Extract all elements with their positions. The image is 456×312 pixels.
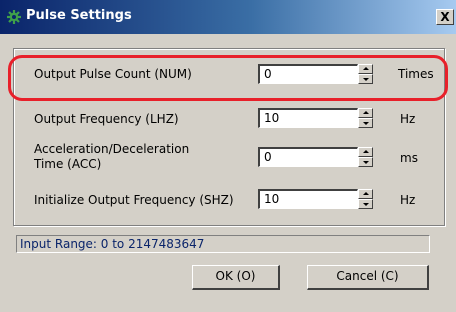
spin-down-arrow-icon[interactable] (358, 74, 373, 84)
acceleration-time-spinner[interactable] (358, 147, 373, 167)
gear-icon (7, 10, 21, 24)
spin-down-arrow-icon[interactable] (358, 199, 373, 209)
acceleration-time-unit: ms (400, 151, 418, 165)
acceleration-label-line2: Time (ACC) (34, 157, 102, 171)
initialize-output-frequency-unit: Hz (400, 193, 416, 207)
spin-up-arrow-icon[interactable] (358, 64, 373, 74)
cancel-button[interactable]: Cancel (C) (307, 265, 429, 290)
output-frequency-unit: Hz (400, 112, 416, 126)
spin-down-arrow-icon[interactable] (358, 157, 373, 167)
close-button[interactable]: X (436, 9, 454, 25)
initialize-output-frequency-label: Initialize Output Frequency (SHZ) (34, 193, 234, 207)
spin-up-arrow-icon[interactable] (358, 189, 373, 199)
output-pulse-count-input[interactable]: 0 (258, 64, 358, 84)
spin-up-arrow-icon[interactable] (358, 147, 373, 157)
spin-up-arrow-icon[interactable] (358, 108, 373, 118)
spin-down-arrow-icon[interactable] (358, 118, 373, 128)
output-frequency-spinner[interactable] (358, 108, 373, 128)
initialize-output-frequency-input[interactable]: 10 (258, 189, 358, 209)
output-pulse-count-unit: Times (398, 67, 434, 81)
output-frequency-input[interactable]: 10 (258, 108, 358, 128)
pulse-settings-dialog: Pulse Settings X Output Pulse Count (NUM… (0, 0, 456, 312)
window-title: Pulse Settings (26, 8, 132, 23)
output-pulse-count-spinner[interactable] (358, 64, 373, 84)
input-range-status: Input Range: 0 to 2147483647 (16, 235, 430, 253)
initialize-output-frequency-spinner[interactable] (358, 189, 373, 209)
acceleration-label-line1: Acceleration/Deceleration (34, 142, 190, 156)
acceleration-time-input[interactable]: 0 (258, 147, 358, 167)
output-frequency-label: Output Frequency (LHZ) (34, 112, 179, 126)
ok-button[interactable]: OK (O) (192, 265, 280, 290)
output-pulse-count-label: Output Pulse Count (NUM) (34, 67, 192, 81)
close-icon: X (440, 10, 450, 24)
title-bar[interactable]: Pulse Settings X (0, 0, 456, 34)
